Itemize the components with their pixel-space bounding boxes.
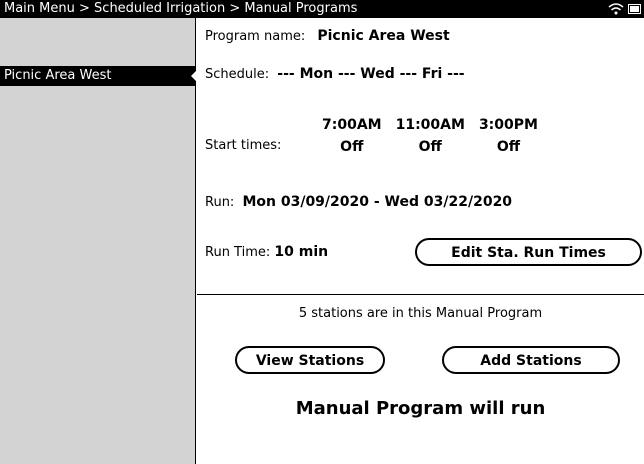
start-time-3[interactable]: 3:00PM Off: [479, 117, 538, 155]
run-date-range: Mon 03/09/2020 - Wed 03/22/2020: [242, 194, 513, 210]
run-time-row: Run Time: 10 min: [205, 244, 328, 260]
start-time-value: 3:00PM: [478, 117, 538, 133]
battery-icon: [628, 4, 641, 14]
program-name-row: Program name: Picnic Area West: [205, 28, 450, 44]
status-icons: [608, 0, 644, 18]
breadcrumb-separator: >: [229, 1, 241, 16]
start-time-1[interactable]: 7:00AM Off: [322, 117, 382, 155]
edit-station-run-times-button[interactable]: Edit Sta. Run Times: [415, 238, 642, 266]
start-times: 7:00AM Off 11:00AM Off 3:00PM Off: [322, 117, 538, 155]
section-divider: [197, 294, 644, 295]
stations-count-text: 5 stations are in this Manual Program: [298, 306, 543, 321]
program-details: Program name: Picnic Area West Schedule:…: [197, 18, 644, 464]
program-name-label: Program name:: [205, 29, 306, 44]
run-time-value: 10 min: [274, 244, 329, 260]
start-time-state: Off: [418, 139, 442, 155]
sidebar-item-picnic-area-west[interactable]: Picnic Area West: [0, 66, 197, 86]
sidebar-item-label: Picnic Area West: [4, 68, 112, 83]
breadcrumb-manual-programs: Manual Programs: [244, 1, 358, 16]
program-status-text: Manual Program will run: [295, 398, 546, 419]
run-label: Run:: [205, 195, 235, 210]
breadcrumb-scheduled-irrigation[interactable]: Scheduled Irrigation: [94, 0, 225, 18]
start-time-value: 7:00AM: [322, 117, 382, 133]
add-stations-button[interactable]: Add Stations: [442, 346, 620, 374]
schedule-value: --- Mon --- Wed --- Fri ---: [277, 66, 465, 82]
breadcrumb-main-menu[interactable]: Main Menu: [4, 0, 75, 18]
start-time-state: Off: [340, 139, 364, 155]
view-stations-button[interactable]: View Stations: [235, 346, 385, 374]
breadcrumb: Main Menu > Scheduled Irrigation > Manua…: [0, 0, 644, 18]
wifi-icon: [608, 3, 624, 15]
schedule-label: Schedule:: [205, 67, 270, 82]
start-time-2[interactable]: 11:00AM Off: [396, 117, 465, 155]
run-time-label: Run Time:: [205, 245, 271, 260]
breadcrumb-separator: >: [79, 1, 90, 16]
start-time-state: Off: [496, 139, 521, 155]
program-name-value: Picnic Area West: [317, 28, 450, 44]
start-times-label: Start times:: [205, 138, 282, 153]
sidebar: Picnic Area West: [0, 18, 197, 464]
run-row: Run: Mon 03/09/2020 - Wed 03/22/2020: [205, 194, 512, 210]
schedule-row: Schedule: --- Mon --- Wed --- Fri ---: [205, 66, 465, 82]
start-time-value: 11:00AM: [395, 117, 465, 133]
